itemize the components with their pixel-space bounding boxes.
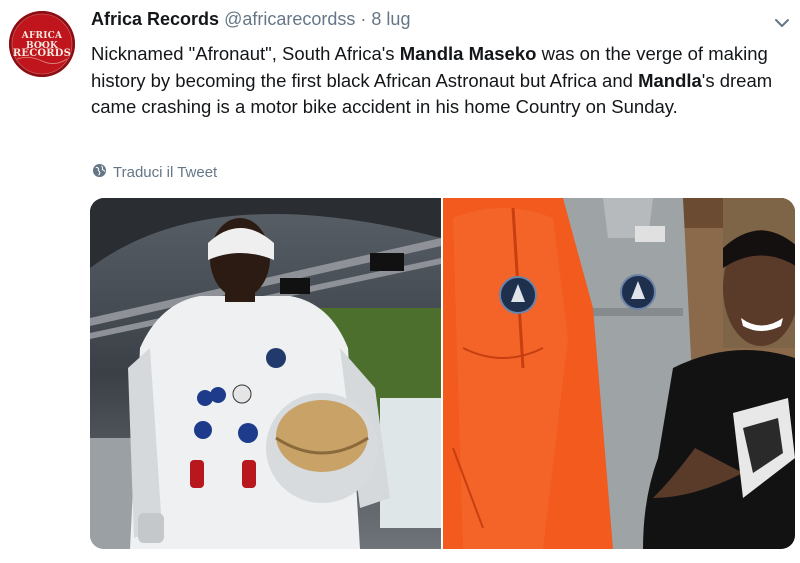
tweet-date[interactable]: 8 lug xyxy=(371,9,410,29)
tweet-text: Nicknamed "Afronaut", South Africa's Man… xyxy=(91,41,796,121)
author-name[interactable]: Africa Records xyxy=(91,9,219,29)
author-handle[interactable]: @africarecordss xyxy=(224,9,355,29)
globe-icon xyxy=(92,163,107,182)
chevron-down-icon[interactable] xyxy=(771,12,793,34)
separator-dot: · xyxy=(360,9,367,29)
tweet-header: Africa Records @africarecordss · 8 lug xyxy=(91,9,410,33)
translate-tweet-link[interactable]: Traduci il Tweet xyxy=(92,163,217,182)
photo-mandla-maseko-smiling[interactable] xyxy=(443,198,795,549)
tweet-media[interactable] xyxy=(90,198,795,549)
avatar-logo-line3: RECORDS xyxy=(12,48,72,59)
tweet-text-run: Nicknamed "Afronaut", South Africa's xyxy=(91,43,400,64)
translate-label: Traduci il Tweet xyxy=(113,164,218,181)
tweet-text-bold-run: Mandla xyxy=(638,69,702,91)
author-avatar[interactable]: AFRICA BOOK & RECORDS xyxy=(9,11,75,77)
tweet-text-bold-run: Mandla Maseko xyxy=(399,43,537,64)
photo-astronaut-suit[interactable] xyxy=(90,198,441,549)
